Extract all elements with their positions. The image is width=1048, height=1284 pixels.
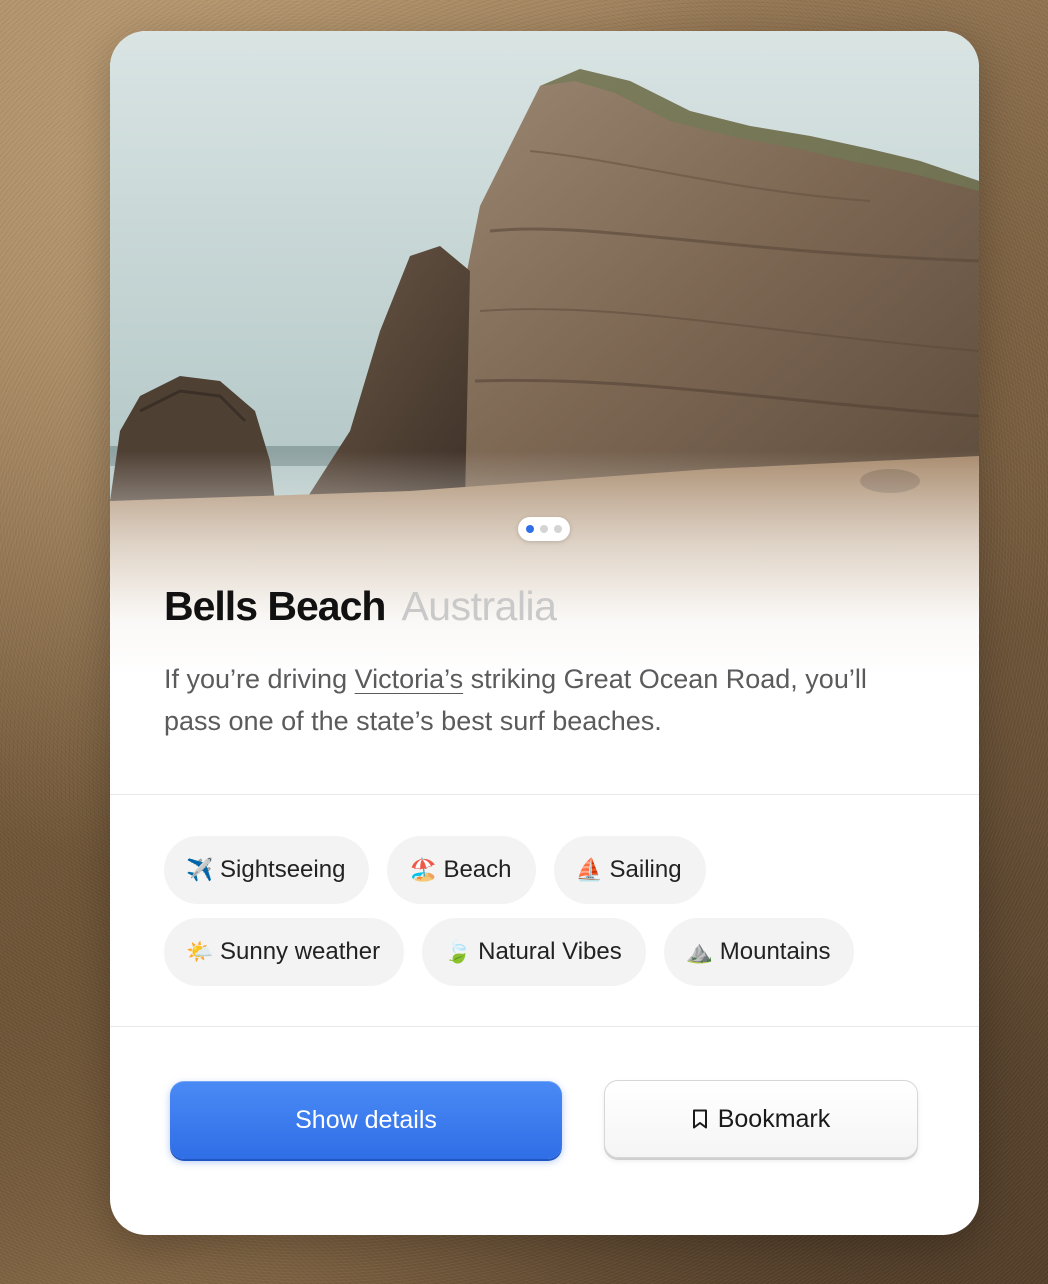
title-row: Bells Beach Australia <box>164 583 557 630</box>
destination-location: Australia <box>401 583 557 629</box>
carousel-dot-2[interactable] <box>540 525 548 533</box>
show-details-button[interactable]: Show details <box>170 1081 562 1159</box>
description-text-before: If you’re driving <box>164 664 355 694</box>
carousel-indicator[interactable] <box>518 517 570 541</box>
tag-sailing[interactable]: ⛵ Sailing <box>553 836 706 904</box>
airplane-icon: ✈️ <box>186 857 214 883</box>
tag-row-2: 🌤️ Sunny weather 🍃 Natural Vibes ⛰️ Moun… <box>164 918 924 986</box>
destination-title: Bells Beach <box>164 583 386 629</box>
tag-label: Sightseeing <box>220 856 346 883</box>
bookmark-label: Bookmark <box>717 1104 831 1133</box>
tag-label: Sailing <box>609 856 682 883</box>
bookmark-button[interactable]: Bookmark <box>604 1080 918 1158</box>
show-details-label: Show details <box>295 1105 437 1134</box>
tag-mountains[interactable]: ⛰️ Mountains <box>663 918 855 986</box>
tag-sunny-weather[interactable]: 🌤️ Sunny weather <box>164 918 405 986</box>
carousel-dot-3[interactable] <box>554 525 562 533</box>
tag-label: Mountains <box>719 938 831 965</box>
hero-image[interactable] <box>110 31 979 676</box>
tag-label: Beach <box>443 856 512 883</box>
tag-sightseeing[interactable]: ✈️ Sightseeing <box>164 836 370 904</box>
victoria-link[interactable]: Victoria’s <box>355 664 464 694</box>
tag-list: ✈️ Sightseeing 🏖️ Beach ⛵ Sailing 🌤️ Sun… <box>164 836 924 1000</box>
leaf-icon: 🍃 <box>444 939 472 965</box>
bookmark-icon <box>692 1109 707 1129</box>
sailboat-icon: ⛵ <box>575 857 603 883</box>
divider-top <box>110 794 979 795</box>
tag-natural-vibes[interactable]: 🍃 Natural Vibes <box>422 918 646 986</box>
mountain-icon: ⛰️ <box>685 939 714 965</box>
destination-description: If you’re driving Victoria’s striking Gr… <box>164 658 924 742</box>
tag-label: Sunny weather <box>220 938 381 965</box>
sun-cloud-icon: 🌤️ <box>186 939 214 965</box>
tag-label: Natural Vibes <box>478 938 622 965</box>
carousel-dot-1[interactable] <box>526 525 534 533</box>
divider-bottom <box>110 1026 979 1027</box>
tag-beach[interactable]: 🏖️ Beach <box>387 836 536 904</box>
destination-card: Bells Beach Australia If you’re driving … <box>110 31 979 1235</box>
tag-row-1: ✈️ Sightseeing 🏖️ Beach ⛵ Sailing <box>164 836 924 904</box>
hero-fade <box>110 451 979 676</box>
beach-umbrella-icon: 🏖️ <box>409 857 437 883</box>
